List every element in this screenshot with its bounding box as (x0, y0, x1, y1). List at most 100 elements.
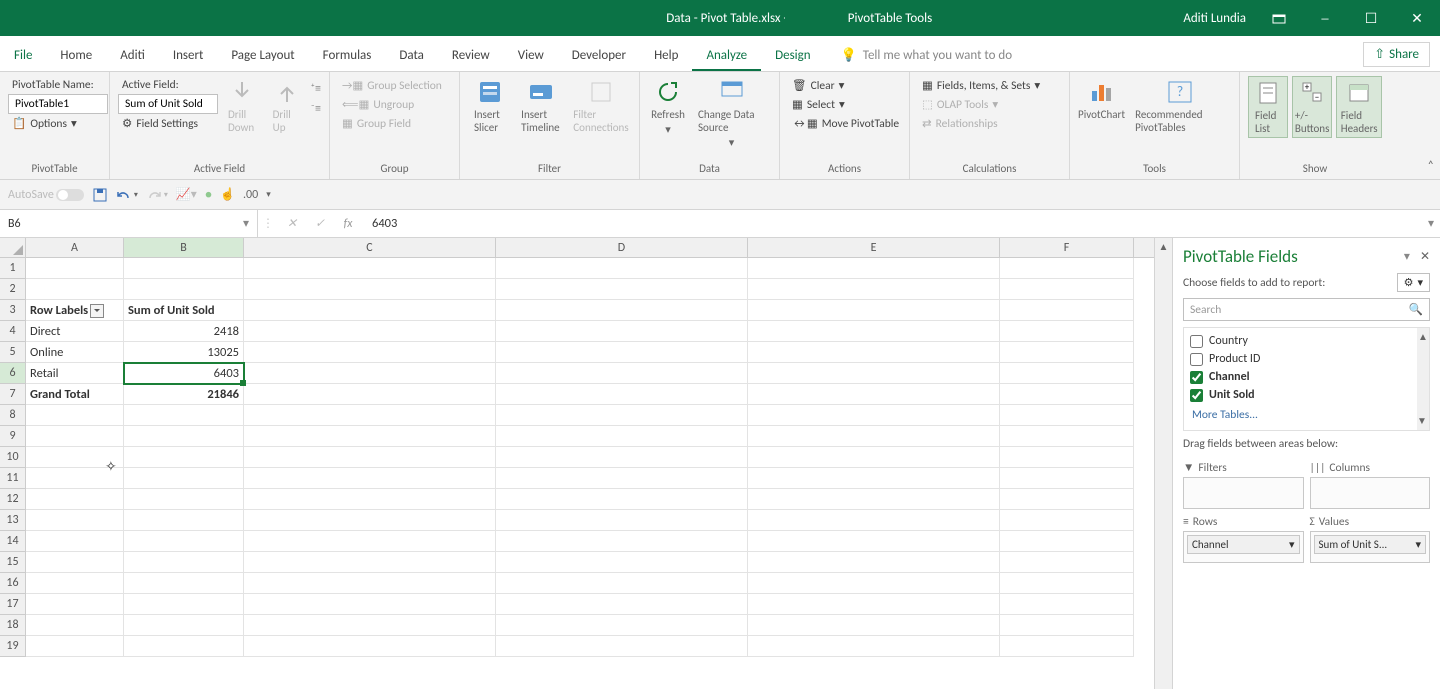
recommended-pivottables-button[interactable]: ?Recommended PivotTables (1129, 76, 1231, 136)
cancel-formula-button[interactable]: ✕ (278, 216, 306, 231)
undo-button[interactable]: ▾ (116, 188, 138, 202)
cell[interactable] (26, 510, 124, 531)
row-header[interactable]: 5 (0, 342, 26, 363)
cell[interactable] (496, 636, 748, 657)
cell[interactable] (244, 258, 496, 279)
cell[interactable] (1000, 615, 1134, 636)
clear-button[interactable]: 🗑Clear ▾ (788, 76, 901, 95)
cell[interactable] (496, 531, 748, 552)
field-list-button[interactable]: Field List (1248, 76, 1288, 138)
cell[interactable] (124, 594, 244, 615)
cell-grand-total-label[interactable]: Grand Total (26, 384, 124, 405)
cell[interactable] (244, 405, 496, 426)
area-rows[interactable]: ≡Rows Channel▾ (1183, 515, 1304, 563)
row-header[interactable]: 7 (0, 384, 26, 405)
insert-timeline-button[interactable]: Insert Timeline (515, 76, 567, 136)
cell[interactable] (26, 615, 124, 636)
cell[interactable] (1000, 384, 1134, 405)
field-headers-button[interactable]: Field Headers (1336, 76, 1382, 138)
insert-function-button[interactable]: fx (334, 217, 362, 231)
qat-touch-icon[interactable]: ☝ (220, 187, 235, 202)
area-columns[interactable]: |||Columns (1310, 461, 1431, 509)
checkbox[interactable] (1190, 335, 1203, 348)
row-header[interactable]: 9 (0, 426, 26, 447)
cell[interactable] (244, 426, 496, 447)
close-button[interactable]: ✕ (1394, 0, 1440, 36)
cell[interactable] (748, 510, 1000, 531)
cell[interactable] (496, 468, 748, 489)
cell[interactable] (124, 258, 244, 279)
cell[interactable] (244, 489, 496, 510)
qat-decimal-icon[interactable]: .00 (243, 188, 258, 202)
group-field-button[interactable]: ▦Group Field (338, 114, 451, 133)
cell[interactable] (124, 489, 244, 510)
cell[interactable] (244, 594, 496, 615)
cell[interactable] (496, 258, 748, 279)
row-header[interactable]: 3 (0, 300, 26, 321)
cell[interactable] (1000, 594, 1134, 615)
col-header-c[interactable]: C (244, 238, 496, 257)
cell[interactable]: 2418 (124, 321, 244, 342)
refresh-button[interactable]: Refresh▾ (648, 76, 688, 138)
cell[interactable] (1000, 258, 1134, 279)
cell[interactable] (244, 279, 496, 300)
row-header[interactable]: 12 (0, 489, 26, 510)
olap-tools-button[interactable]: ⬚OLAP Tools ▾ (918, 95, 1061, 114)
tab-home[interactable]: Home (46, 48, 106, 71)
cell[interactable] (1000, 426, 1134, 447)
cell[interactable] (496, 573, 748, 594)
pivottable-name-input[interactable] (8, 94, 108, 114)
cell[interactable]: Direct (26, 321, 124, 342)
cell[interactable] (124, 468, 244, 489)
cell[interactable] (1000, 573, 1134, 594)
cell[interactable] (496, 594, 748, 615)
tab-aditi[interactable]: Aditi (106, 48, 159, 71)
cell[interactable] (496, 384, 748, 405)
cell[interactable] (1000, 405, 1134, 426)
expand-formula-bar-icon[interactable]: ▾ (1422, 216, 1440, 231)
cell[interactable] (124, 405, 244, 426)
cell[interactable] (496, 363, 748, 384)
collapse-field-icon[interactable]: ⁻≡ (311, 102, 321, 116)
collapse-ribbon-icon[interactable]: ˄ (1428, 159, 1434, 173)
vertical-scrollbar[interactable]: ▲ (1154, 238, 1172, 689)
cell[interactable] (748, 300, 1000, 321)
row-field-chip[interactable]: Channel▾ (1187, 535, 1300, 554)
pivottable-options-button[interactable]: 📋Options ▾ (8, 114, 101, 133)
tab-review[interactable]: Review (438, 48, 504, 71)
row-header[interactable]: 16 (0, 573, 26, 594)
cell[interactable] (124, 426, 244, 447)
field-search-input[interactable]: Search🔍 (1183, 298, 1430, 321)
ribbon-display-icon[interactable] (1256, 0, 1302, 36)
redo-button[interactable]: ▾ (146, 188, 168, 202)
cell[interactable]: Retail (26, 363, 124, 384)
scroll-up-icon[interactable]: ▲ (1417, 328, 1429, 346)
cell[interactable] (244, 321, 496, 342)
tell-me-search[interactable]: 💡Tell me what you want to do (841, 48, 1013, 71)
tab-design[interactable]: Design (761, 48, 824, 71)
values-dropzone[interactable]: Sum of Unit S...▾ (1310, 531, 1431, 563)
more-tables-link[interactable]: More Tables... (1186, 404, 1427, 426)
cell[interactable] (496, 447, 748, 468)
row-header[interactable]: 6 (0, 363, 26, 384)
cell[interactable] (26, 531, 124, 552)
active-field-input[interactable] (118, 94, 218, 114)
col-header-d[interactable]: D (496, 238, 748, 257)
cell[interactable] (124, 510, 244, 531)
cell[interactable] (1000, 321, 1134, 342)
cell[interactable] (496, 300, 748, 321)
cell[interactable] (1000, 468, 1134, 489)
cell[interactable] (124, 636, 244, 657)
cell[interactable] (124, 573, 244, 594)
cell[interactable] (244, 447, 496, 468)
cell[interactable] (1000, 636, 1134, 657)
cell[interactable] (244, 552, 496, 573)
row-header[interactable]: 11 (0, 468, 26, 489)
cell-grand-total-value[interactable]: 21846 (124, 384, 244, 405)
area-values[interactable]: ΣValues Sum of Unit S...▾ (1310, 515, 1431, 563)
cell[interactable] (26, 594, 124, 615)
col-header-b[interactable]: B (124, 238, 244, 257)
cell[interactable] (244, 531, 496, 552)
col-header-f[interactable]: F (1000, 238, 1134, 257)
tab-file[interactable]: File (0, 48, 46, 71)
